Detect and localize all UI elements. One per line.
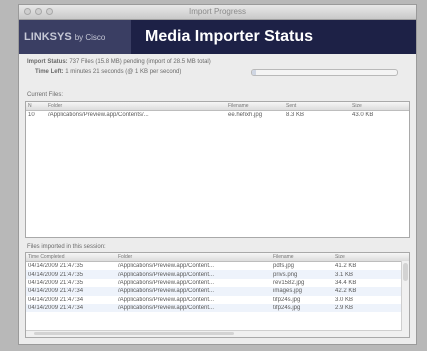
table-row[interactable]: 04/14/2009 21:47:34/Applications/Preview… [26,303,409,313]
cell-size: 2.9 KB [335,305,354,312]
time-left: Time Left: 1 minutes 21 seconds (@ 1 KB … [35,69,181,75]
col-folder[interactable]: Folder [46,103,226,109]
table-row[interactable]: 04/14/2009 21:47:34/Applications/Preview… [26,287,409,296]
cell-filename: rev1582.jpg [273,279,305,286]
current-files-header: N Folder Filename Sent Size [26,102,409,111]
import-status: Import Status: 737 Files (15.8 MB) pendi… [27,59,211,65]
table-row[interactable]: 04/14/2009 21:47:35/Applications/Preview… [26,270,409,279]
cell-filename: ee.hefixh.jpg [228,112,263,119]
scroll-thumb[interactable] [34,332,234,335]
import-status-value: 737 Files (15.8 MB) pending (import of 2… [69,59,211,65]
page-title: Media Importer Status [145,28,314,45]
cell-time: 04/14/2009 21:47:34 [28,296,84,303]
scroll-thumb[interactable] [403,263,408,281]
cell-filename: pdfs.jpg [273,263,295,270]
files-imported-table: Time Completed Folder Filename Size 04/1… [25,252,410,338]
table-row[interactable]: 04/14/2009 21:47:34/Applications/Preview… [26,296,409,304]
cell-size: 41.2 KB [335,263,357,270]
cell-filename: tifp24s.jpg [273,296,301,303]
cell-folder: /Applications/Preview.app/Content... [118,296,215,303]
linksys-logo: LINKSYS by Cisco [19,20,131,54]
cell-time: 04/14/2009 21:47:35 [28,263,84,270]
table-row[interactable]: 04/14/2009 21:47:35/Applications/Preview… [26,262,409,270]
cell-folder: /Applications/Preview.app/Content... [118,279,215,286]
files-imported-header: Time Completed Folder Filename Size [26,253,409,262]
cell-time: 04/14/2009 21:47:35 [28,279,84,286]
col-size[interactable]: Size [333,254,393,260]
col-n[interactable]: N [26,103,46,109]
cell-filename: images.jpg [273,288,303,295]
cell-sent: 8.3 KB [286,112,305,119]
cell-folder: /Applications/Preview.app/Content... [118,271,215,278]
vertical-scrollbar[interactable] [401,261,409,337]
col-time-completed[interactable]: Time Completed [26,254,116,260]
current-files-table: N Folder Filename Sent Size 10 /Applicat… [25,101,410,238]
import-status-label: Import Status: [27,59,68,65]
cell-size: 34.4 KB [335,279,357,286]
col-filename[interactable]: Filename [226,103,284,109]
horizontal-scrollbar[interactable] [26,330,402,337]
cell-time: 04/14/2009 21:47:35 [28,271,84,278]
cell-folder: /Applications/Preview.app/Contents/... [48,112,149,119]
cell-size: 43.0 KB [352,112,374,119]
time-left-value: 1 minutes 21 seconds (@ 1 KB per second) [65,69,182,75]
time-left-label: Time Left: [35,69,64,75]
files-imported-rows: 04/14/2009 21:47:35/Applications/Preview… [26,262,409,313]
cell-time: 04/14/2009 21:47:34 [28,288,84,295]
brand-by-cisco: by Cisco [74,32,106,42]
title-bar: Import Progress [19,5,416,20]
table-row[interactable]: 04/14/2009 21:47:35/Applications/Preview… [26,279,409,287]
col-size[interactable]: Size [350,103,400,109]
progress-fill [252,70,257,75]
current-files-label: Current Files: [27,92,64,98]
cell-n: 10 [28,112,35,119]
table-row[interactable]: 10 /Applications/Preview.app/Contents/..… [26,111,409,119]
brand-name: LINKSYS [24,31,72,43]
col-sent[interactable]: Sent [284,103,350,109]
col-folder[interactable]: Folder [116,254,271,260]
cell-folder: /Applications/Preview.app/Content... [118,305,215,312]
cell-time: 04/14/2009 21:47:34 [28,305,84,312]
cell-folder: /Applications/Preview.app/Content... [118,288,215,295]
cell-filename: tifp24s.jpg [273,305,301,312]
cell-size: 3.1 KB [335,271,354,278]
files-imported-label: Files imported in this session: [27,244,106,250]
cell-size: 42.2 KB [335,288,357,295]
col-filename[interactable]: Filename [271,254,333,260]
import-progress-bar [251,69,398,76]
cell-filename: privs.png [273,271,298,278]
window-title: Import Progress [189,7,246,16]
header-banner: LINKSYS by Cisco Media Importer Status [19,20,416,54]
cell-size: 3.0 KB [335,296,354,303]
import-progress-window: Import Progress LINKSYS by Cisco Media I… [18,4,417,345]
cell-folder: /Applications/Preview.app/Content... [118,263,215,270]
